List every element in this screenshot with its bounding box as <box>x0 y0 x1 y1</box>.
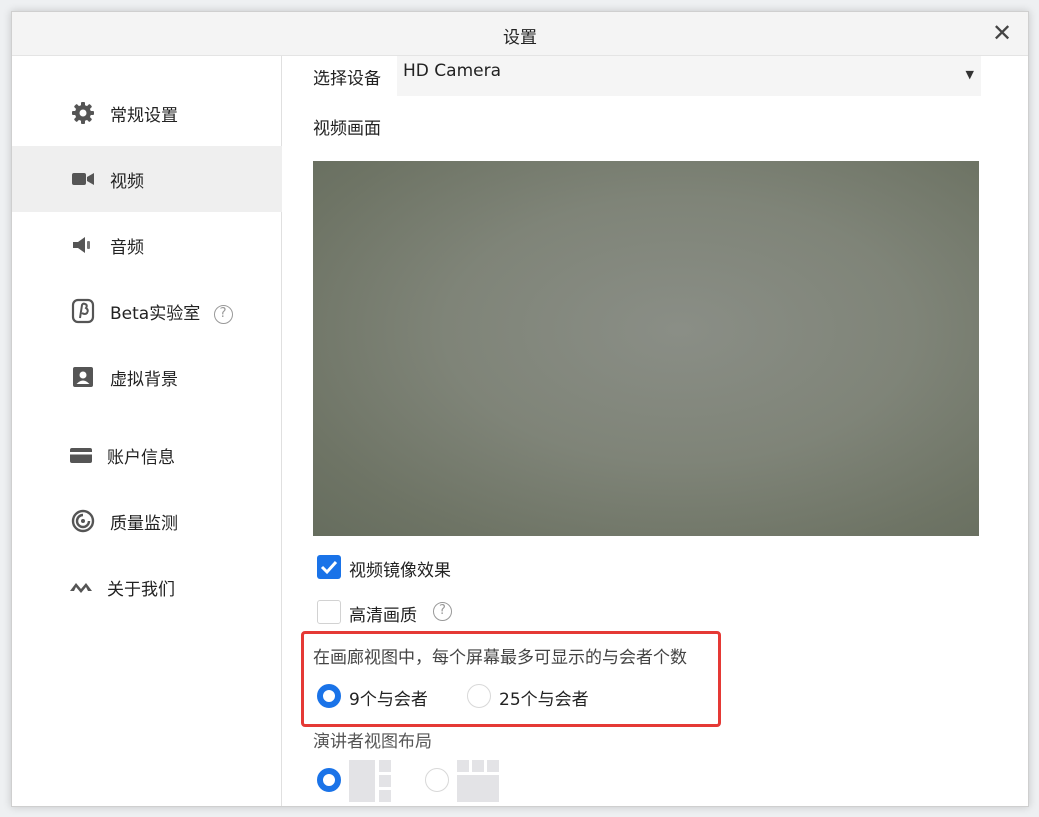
radio-layout-top[interactable] <box>425 768 449 792</box>
beta-lab-text: Beta实验室 <box>110 304 201 324</box>
card-icon <box>70 448 92 463</box>
portrait-icon <box>73 367 93 387</box>
radio-layout-side[interactable] <box>317 768 341 792</box>
sidebar-item-label: 常规设置 <box>110 106 178 126</box>
device-label: 选择设备 <box>313 69 381 89</box>
gauge-icon <box>71 509 95 533</box>
sidebar-item-about[interactable]: 关于我们 <box>12 554 282 620</box>
option-25-label: 25个与会者 <box>499 690 589 710</box>
sidebar-item-video[interactable]: 视频 <box>12 146 282 212</box>
sidebar-item-general[interactable]: 常规设置 <box>12 80 282 146</box>
device-select-value: HD Camera <box>403 61 501 81</box>
sidebar-item-label: 音频 <box>110 238 144 258</box>
layout-side-thumbnail[interactable] <box>349 760 391 802</box>
mirror-label: 视频镜像效果 <box>349 561 451 581</box>
gear-icon <box>72 102 94 124</box>
sidebar-item-label: Beta实验室 ? <box>110 299 233 324</box>
logo-icon <box>70 583 92 593</box>
check-icon <box>320 560 338 575</box>
sidebar-item-label: 账户信息 <box>107 448 175 468</box>
mirror-checkbox[interactable] <box>317 555 341 579</box>
sidebar-item-label: 虚拟背景 <box>110 370 178 390</box>
help-icon[interactable]: ? <box>433 602 452 621</box>
speaker-layout-label: 演讲者视图布局 <box>313 732 432 752</box>
preview-label: 视频画面 <box>313 119 381 139</box>
video-camera-icon <box>72 173 94 185</box>
close-button[interactable]: ✕ <box>988 19 1016 47</box>
layout-top-thumbnail[interactable] <box>457 760 499 802</box>
radio-9-participants[interactable] <box>317 684 341 708</box>
sidebar-item-beta-lab[interactable]: Beta实验室 ? <box>12 278 282 344</box>
video-settings-panel: 选择设备 HD Camera ▼ 视频画面 视频镜像效果 高清画质 ? 在画廊视… <box>283 56 1028 806</box>
hd-checkbox[interactable] <box>317 600 341 624</box>
sidebar: 常规设置 视频 音频 Beta实验室 ? 虚拟背景 账户信息 质量监测 关于我们 <box>12 56 282 806</box>
option-9-label: 9个与会者 <box>349 690 428 710</box>
beta-icon <box>71 298 95 324</box>
hd-label: 高清画质 <box>349 606 417 626</box>
radio-25-participants[interactable] <box>467 684 491 708</box>
sidebar-item-label: 质量监测 <box>110 514 178 534</box>
speaker-icon <box>73 237 90 253</box>
settings-window: 设置 ✕ 常规设置 视频 音频 Beta实验室 ? 虚拟背景 账户信息 质量监测… <box>11 11 1029 807</box>
sidebar-item-audio[interactable]: 音频 <box>12 212 282 278</box>
title-bar: 设置 ✕ <box>12 12 1028 56</box>
window-title: 设置 <box>503 28 537 48</box>
sidebar-item-virtual-background[interactable]: 虚拟背景 <box>12 344 282 410</box>
device-select[interactable]: HD Camera ▼ <box>397 56 981 96</box>
gallery-label: 在画廊视图中，每个屏幕最多可显示的与会者个数 <box>313 648 687 668</box>
sidebar-item-label: 视频 <box>110 172 144 192</box>
chevron-down-icon: ▼ <box>965 68 974 81</box>
sidebar-item-quality[interactable]: 质量监测 <box>12 488 282 554</box>
sidebar-item-label: 关于我们 <box>107 580 175 600</box>
sidebar-item-account[interactable]: 账户信息 <box>12 422 282 488</box>
video-preview <box>313 161 979 536</box>
help-icon[interactable]: ? <box>213 304 233 324</box>
